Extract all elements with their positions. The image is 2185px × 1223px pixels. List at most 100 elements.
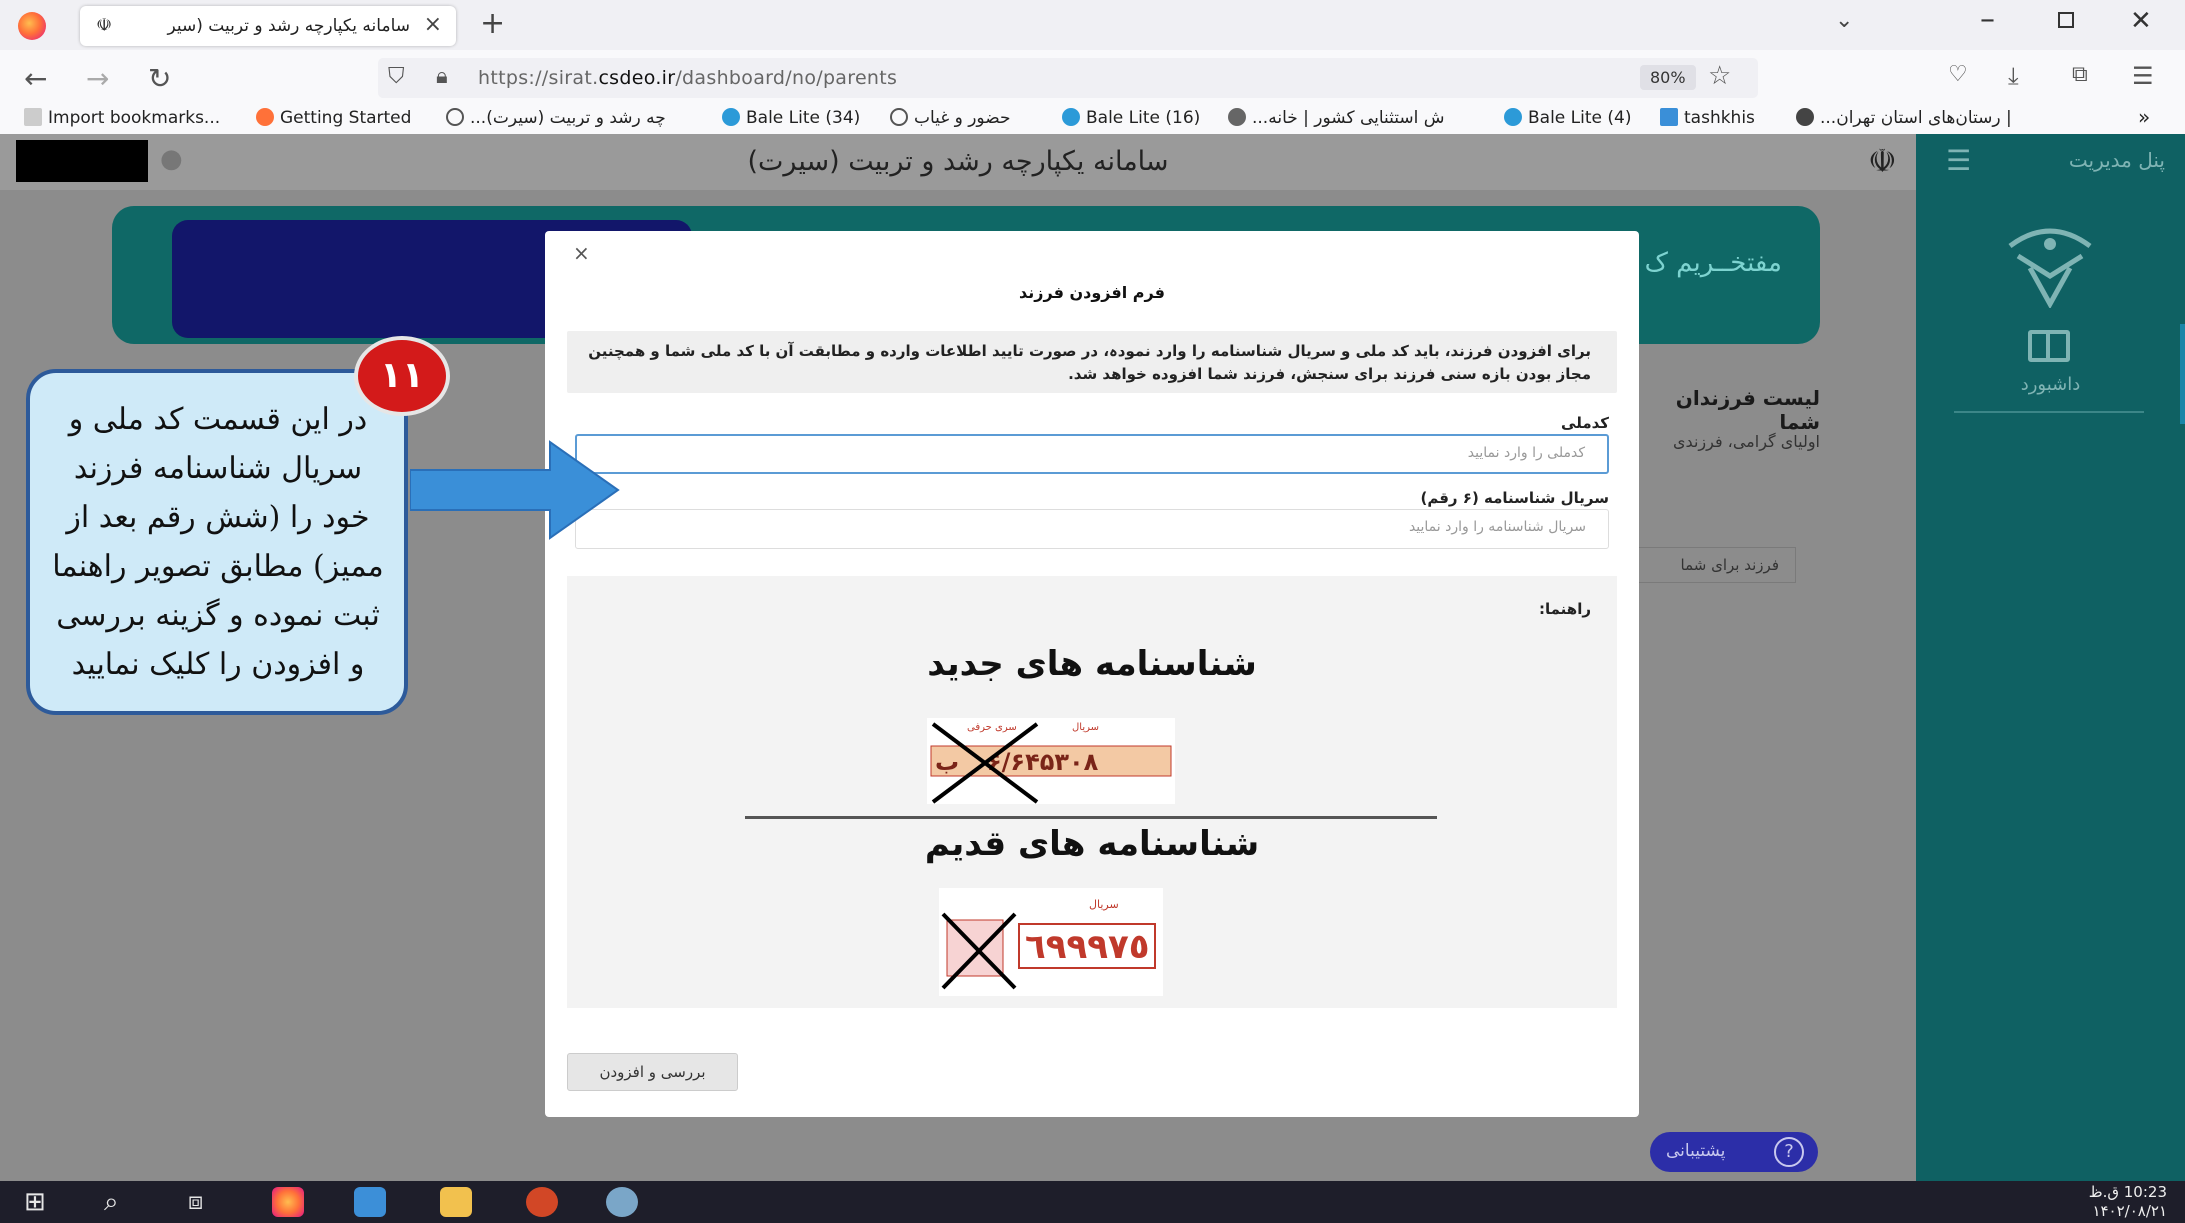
- serial-caption: سریال: [1072, 722, 1099, 733]
- import-icon: [24, 108, 42, 126]
- new-id-number: ۶/۶۴۵۳۰۸: [987, 748, 1099, 776]
- help-icon: ?: [1774, 1137, 1804, 1167]
- bale-icon: [722, 108, 740, 126]
- bookmark-star-icon[interactable]: ☆: [1708, 61, 1731, 91]
- modal-title: فرم افزودن فرزند: [1019, 283, 1165, 302]
- bale-icon: [1504, 108, 1522, 126]
- clock-time: 10:23 ق.ظ: [2088, 1183, 2167, 1201]
- sidebar-item-dashboard[interactable]: داشبورد: [1916, 374, 2185, 395]
- guide-panel: راهنما: شناسنامه های جدید سریال سری حرفی…: [567, 576, 1617, 1008]
- bale-icon: [1062, 108, 1080, 126]
- instruction-text: در این قسمت کد ملی و سریال شناسنامه فرزن…: [52, 402, 384, 682]
- bookmark-getting-started[interactable]: Getting Started: [256, 108, 411, 128]
- address-bar[interactable]: ⛉ 🔒︎ https://sirat.csdeo.ir/dashboard/no…: [378, 58, 1758, 98]
- add-child-button[interactable]: فرزند برای شما: [1620, 547, 1796, 583]
- browser-nav-bar: ← → ↻ ⛉ 🔒︎ https://sirat.csdeo.ir/dashbo…: [0, 50, 2185, 106]
- emblem-icon: [1796, 108, 1814, 126]
- old-serial-caption: سریال: [1089, 898, 1119, 911]
- browser-tab-bar: ☫ سامانه یکپارچه رشد و تربیت (سیر × + ⌄ …: [0, 0, 2185, 50]
- bookmark-tehran-schools[interactable]: ...رستان‌های استان تهران |: [1796, 108, 2012, 128]
- children-list-heading: لیست فرزندان شما: [1675, 386, 1820, 434]
- forward-arrow-icon[interactable]: →: [86, 62, 109, 95]
- new-id-example-image: سریال سری حرفی ب ۶/۶۴۵۳۰۸: [927, 718, 1175, 804]
- download-icon[interactable]: ⤓: [2008, 62, 2019, 90]
- chevron-down-icon[interactable]: ⌄: [1835, 8, 1853, 33]
- new-tab-button[interactable]: +: [480, 6, 505, 41]
- bookmark-tashkhis[interactable]: tashkhis: [1660, 108, 1755, 128]
- windows-start-icon[interactable]: ⊞: [24, 1187, 46, 1217]
- site-favicon-icon: ☫: [96, 15, 113, 36]
- dashboard-icon[interactable]: [2028, 330, 2070, 362]
- close-window-button[interactable]: ✕: [2130, 6, 2152, 36]
- id-letter: ب: [935, 748, 959, 776]
- close-tab-icon[interactable]: ×: [424, 12, 442, 37]
- powerpoint-icon[interactable]: [526, 1187, 558, 1217]
- bookmark-exceptional[interactable]: ...ش استثنایی کشور | خانه: [1228, 108, 1445, 128]
- bookmark-attendance[interactable]: حضور و غیاب: [890, 108, 1010, 128]
- app-icon[interactable]: [606, 1187, 638, 1217]
- extensions-icon[interactable]: ⧉: [2072, 62, 2088, 87]
- pocket-icon[interactable]: ♡: [1948, 62, 1968, 87]
- new-id-heading: شناسنامه های جدید: [927, 644, 1257, 684]
- panel-title: پنل مدیریت: [2068, 148, 2165, 172]
- sidebar-header: ☰ پنل مدیریت: [1916, 134, 2185, 190]
- restore-window-button[interactable]: [2058, 12, 2074, 28]
- pointer-arrow-icon: [410, 440, 620, 540]
- firefox-taskbar-icon[interactable]: [272, 1187, 304, 1217]
- serial-placeholder: سریال شناسنامه را وارد نمایید: [1408, 519, 1586, 535]
- bookmark-import[interactable]: Import bookmarks...: [24, 108, 220, 128]
- bookmark-sirat[interactable]: ...چه رشد و تربیت (سیرت): [446, 108, 666, 128]
- tab-title: سامانه یکپارچه رشد و تربیت (سیر: [167, 16, 410, 36]
- firefox-icon[interactable]: [18, 12, 46, 40]
- info-alert: برای افزودن فرزند، باید کد ملی و سریال ش…: [567, 331, 1617, 393]
- ministry-logo-icon: [2008, 228, 2092, 308]
- serial-input[interactable]: سریال شناسنامه را وارد نمایید: [575, 509, 1609, 549]
- file-explorer-icon[interactable]: [440, 1187, 472, 1217]
- site-header: ● سامانه یکپارچه رشد و تربیت (سیرت) ☫: [0, 134, 1916, 190]
- back-arrow-icon[interactable]: ←: [24, 62, 47, 95]
- bookmarks-overflow-button[interactable]: »: [2138, 105, 2150, 129]
- bookmark-bale-16[interactable]: Bale Lite (16): [1062, 108, 1200, 128]
- reload-icon[interactable]: ↻: [148, 62, 171, 95]
- globe-icon: [446, 108, 464, 126]
- search-icon[interactable]: ⌕: [104, 1187, 119, 1218]
- system-clock[interactable]: 10:23 ق.ظ ۱۴۰۲/۰۸/۲۱: [2089, 1183, 2167, 1221]
- info-text: برای افزودن فرزند، باید کد ملی و سریال ش…: [588, 342, 1591, 383]
- step-number-badge: ۱۱: [354, 336, 450, 416]
- lock-icon[interactable]: 🔒︎: [436, 64, 448, 89]
- sidebar-divider: [1954, 411, 2144, 413]
- task-view-icon[interactable]: ⧈: [188, 1187, 203, 1215]
- firefox-icon: [256, 108, 274, 126]
- url-text[interactable]: https://sirat.csdeo.ir/dashboard/no/pare…: [478, 67, 897, 89]
- browser-tab-active[interactable]: ☫ سامانه یکپارچه رشد و تربیت (سیر ×: [80, 6, 456, 46]
- network-app-icon[interactable]: [354, 1187, 386, 1217]
- shield-icon[interactable]: ⛉: [388, 64, 405, 89]
- minimize-window-button[interactable]: –: [1980, 2, 1995, 37]
- modal-close-button[interactable]: ×: [573, 241, 590, 265]
- app-menu-icon[interactable]: ☰: [2132, 62, 2154, 90]
- banner-text: مفتخــریم ک: [1644, 248, 1782, 278]
- serial-label: سریال شناسنامه (۶ رقم): [1420, 489, 1609, 507]
- emblem-icon: [1228, 108, 1246, 126]
- bookmark-bale-34[interactable]: Bale Lite (34): [722, 108, 860, 128]
- bookmark-bale-4[interactable]: Bale Lite (4): [1504, 108, 1631, 128]
- national-code-input[interactable]: کدملی را وارد نمایید: [575, 434, 1609, 474]
- admin-sidebar: ☰ پنل مدیریت داشبورد: [1916, 134, 2185, 1181]
- site-title: سامانه یکپارچه رشد و تربیت (سیرت): [747, 146, 1169, 177]
- national-code-label: کدملی: [1561, 414, 1609, 432]
- old-id-example-image: سریال ٦٩٩٩٧٥: [939, 888, 1163, 996]
- national-code-placeholder: کدملی را وارد نمایید: [1467, 445, 1585, 461]
- old-id-heading: شناسنامه های قدیم: [924, 824, 1260, 864]
- old-id-number: ٦٩٩٩٧٥: [1025, 927, 1150, 967]
- zoom-level-badge[interactable]: 80%: [1640, 65, 1696, 90]
- clock-date: ۱۴۰۲/۰۸/۲۱: [2092, 1202, 2167, 1220]
- children-list-subtitle: اولیای گرامی، فرزندی: [1673, 432, 1820, 451]
- hamburger-menu-icon[interactable]: ☰: [1946, 144, 1971, 177]
- check-and-add-button[interactable]: بررسی و افزودن: [567, 1053, 738, 1091]
- os-taskbar: ⊞ ⌕ ⧈ 10:23 ق.ظ ۱۴۰۲/۰۸/۲۱: [0, 1181, 2185, 1223]
- site-logo-icon: ☫: [1868, 142, 1897, 180]
- instruction-callout: در این قسمت کد ملی و سریال شناسنامه فرزن…: [26, 369, 408, 715]
- series-caption: سری حرفی: [967, 722, 1017, 733]
- add-child-modal: × فرم افزودن فرزند برای افزودن فرزند، با…: [545, 231, 1639, 1117]
- support-button[interactable]: پشتیبانی ?: [1650, 1132, 1818, 1172]
